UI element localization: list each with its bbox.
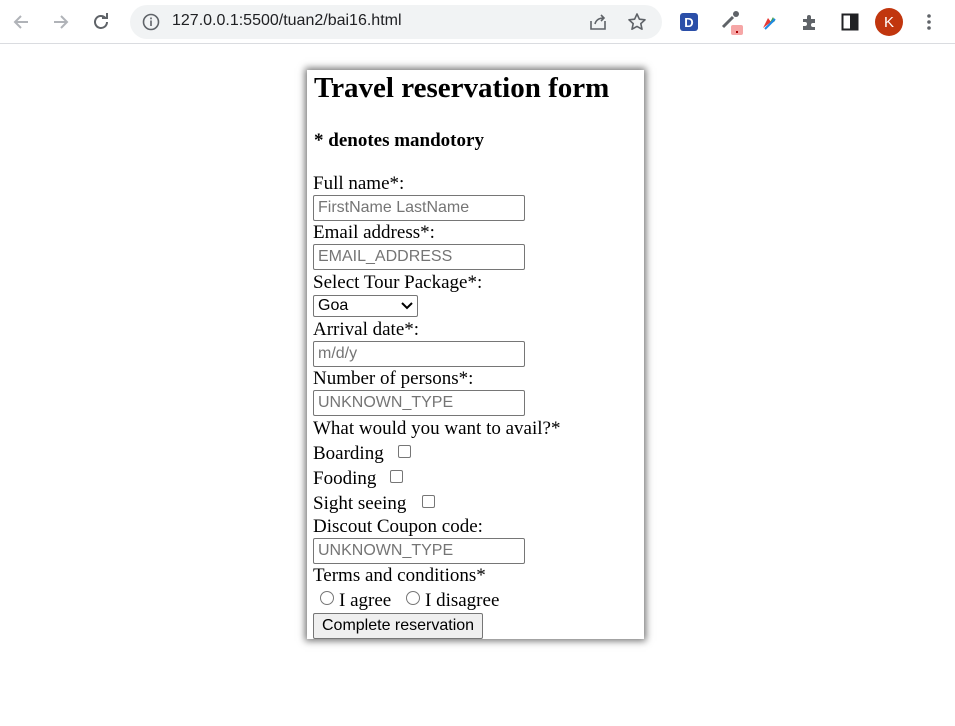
reservation-form: Travel reservation form * denotes mandot… [307, 70, 644, 639]
colorful-extension-icon [763, 17, 776, 30]
puzzle-icon [803, 15, 815, 30]
disagree-radio[interactable] [406, 591, 420, 605]
disagree-label: I disagree [425, 590, 500, 611]
forward-button[interactable] [45, 6, 77, 38]
back-button[interactable] [5, 6, 37, 38]
colorful-extension-button[interactable] [754, 7, 784, 37]
extensions-button[interactable] [795, 7, 825, 37]
full-name-label: Full name*: [313, 173, 405, 194]
reload-button[interactable] [85, 6, 117, 38]
boarding-checkbox[interactable] [398, 445, 411, 458]
url-text[interactable]: 127.0.0.1:5500/tuan2/bai16.html [172, 12, 402, 30]
eyedropper-extension-button[interactable] [716, 7, 746, 37]
side-panel-icon [841, 13, 859, 31]
extension-d-icon: D [680, 13, 698, 31]
kebab-menu-icon [927, 14, 931, 30]
chevron-down-icon [401, 302, 413, 310]
mandatory-note: * denotes mandotory [314, 130, 484, 151]
form-title: Travel reservation form [314, 72, 610, 104]
back-icon [13, 15, 28, 29]
avail-question: What would you want to avail?* [313, 418, 561, 439]
profile-avatar[interactable]: K [875, 8, 903, 36]
tour-package-selected: Goa [318, 297, 349, 314]
browser-toolbar: 127.0.0.1:5500/tuan2/bai16.html D K [0, 0, 955, 44]
complete-reservation-button[interactable]: Complete reservation [313, 613, 484, 639]
arrival-date-label: Arrival date*: [313, 319, 420, 340]
agree-radio[interactable] [320, 591, 334, 605]
browser-menu-button[interactable] [914, 7, 944, 37]
star-icon[interactable] [627, 12, 647, 32]
coupon-label: Discout Coupon code: [313, 516, 483, 537]
boarding-label: Boarding [313, 443, 384, 464]
tour-package-select[interactable]: Goa [313, 295, 418, 317]
side-panel-button[interactable] [835, 7, 865, 37]
persons-label: Number of persons*: [313, 368, 474, 389]
arrival-date-input[interactable] [313, 341, 525, 367]
sight-seeing-label: Sight seeing [313, 493, 407, 514]
email-label: Email address*: [313, 222, 435, 243]
fooding-label: Fooding [313, 468, 377, 489]
forward-icon [54, 15, 69, 29]
terms-label: Terms and conditions* [313, 565, 486, 586]
agree-label: I agree [339, 590, 392, 611]
email-input[interactable] [313, 244, 525, 270]
persons-input[interactable] [313, 390, 525, 416]
coupon-input[interactable] [313, 538, 525, 564]
tour-package-label: Select Tour Package*: [313, 272, 483, 293]
address-bar[interactable]: 127.0.0.1:5500/tuan2/bai16.html [130, 5, 662, 39]
full-name-input[interactable] [313, 195, 525, 221]
fooding-checkbox[interactable] [390, 470, 403, 483]
info-icon[interactable] [142, 13, 160, 31]
share-icon[interactable] [588, 12, 608, 32]
eyedropper-icon [721, 11, 743, 35]
reload-icon [94, 13, 108, 29]
extension-d-button[interactable]: D [674, 7, 704, 37]
sight-seeing-checkbox[interactable] [422, 495, 435, 508]
